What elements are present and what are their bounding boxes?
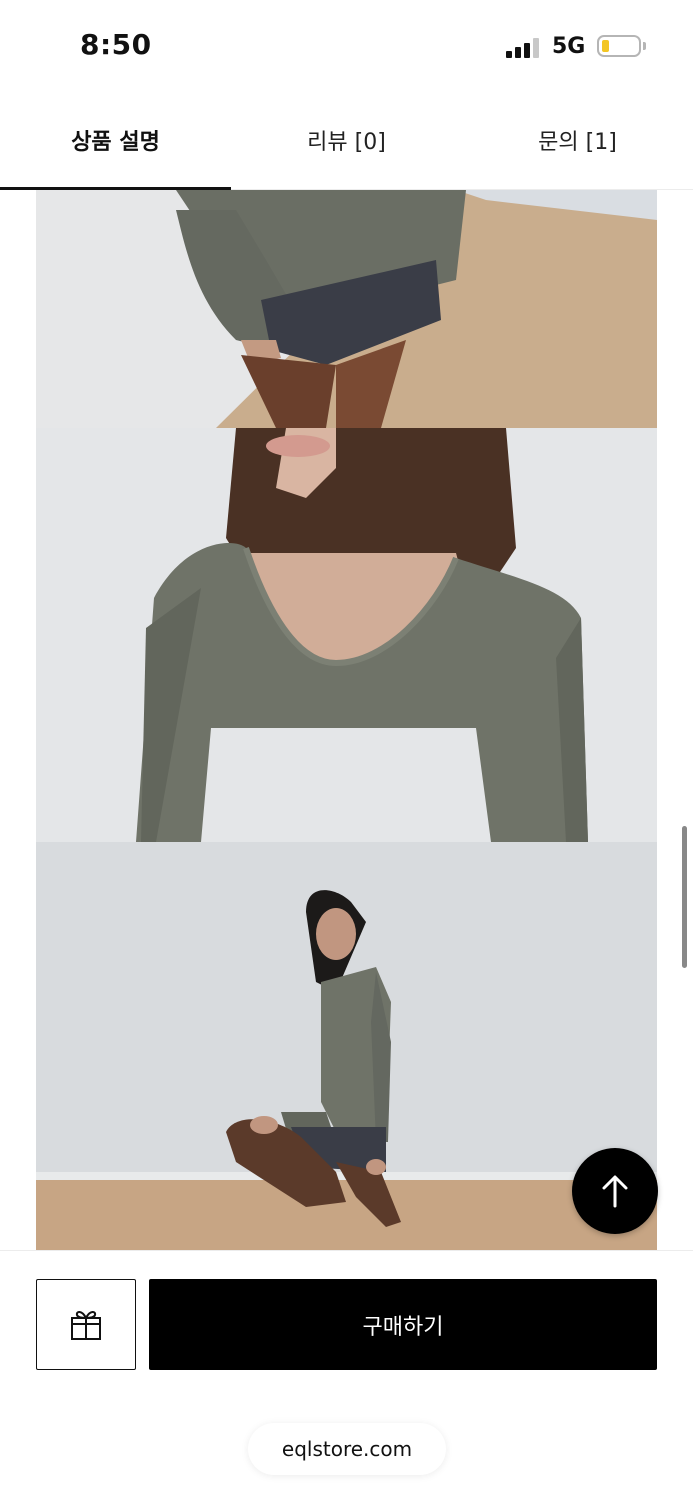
tab-reviews[interactable]: 리뷰 [0] — [231, 90, 462, 189]
tab-inquiries[interactable]: 문의 [1] — [462, 90, 693, 189]
battery-icon — [597, 35, 641, 57]
gift-icon — [71, 1310, 101, 1340]
gift-button[interactable] — [36, 1279, 136, 1370]
product-tabs: 상품 설명 리뷰 [0] 문의 [1] — [0, 90, 693, 190]
page-scrollbar[interactable] — [682, 826, 687, 968]
purchase-bar: 구매하기 eqlstore.com — [0, 1250, 693, 1500]
status-bar: 8:50 5G — [0, 0, 693, 90]
product-photo-fullbody — [36, 842, 657, 1250]
network-label: 5G — [552, 34, 586, 59]
arrow-up-icon — [602, 1175, 628, 1208]
browser-url-bar[interactable]: eqlstore.com — [248, 1423, 446, 1475]
product-photo-torso — [36, 190, 657, 428]
status-time: 8:50 — [80, 28, 152, 61]
tab-description[interactable]: 상품 설명 — [0, 90, 231, 190]
buy-button[interactable]: 구매하기 — [149, 1279, 657, 1370]
scroll-top-button[interactable] — [572, 1148, 658, 1234]
signal-icon — [506, 36, 542, 58]
product-photo-closeup — [36, 428, 657, 842]
